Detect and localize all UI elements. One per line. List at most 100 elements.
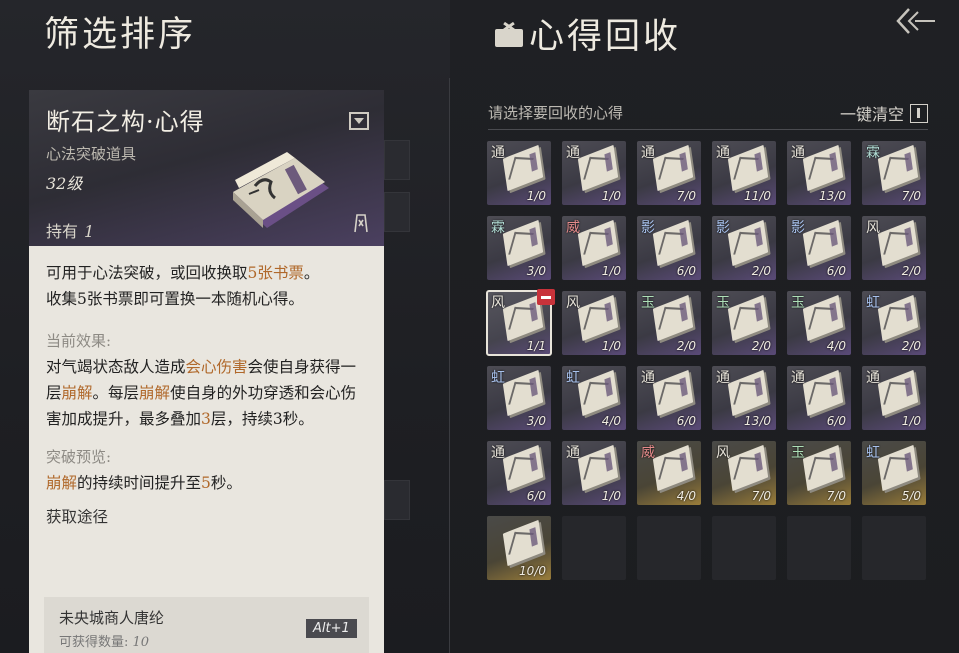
- item-name: 断石之构·心得: [46, 108, 205, 136]
- xinde-slot[interactable]: 通 6/0: [787, 366, 851, 430]
- effect-text: 对气竭状态敌人造成会心伤害会使自身获得一层崩解。每层崩解使自身的外功穿透和会心伤…: [46, 354, 371, 432]
- clear-all-label: 一键清空: [839, 105, 904, 124]
- slot-count: 4/0: [601, 414, 621, 428]
- slot-type-tag: 风: [566, 295, 580, 311]
- wind-seal-icon: [351, 212, 371, 234]
- slot-type-tag: 通: [866, 370, 880, 386]
- xinde-slot[interactable]: 影 6/0: [787, 216, 851, 280]
- xinde-slot[interactable]: 通 1/0: [487, 141, 551, 205]
- slot-type-tag: 影: [716, 220, 730, 236]
- xinde-book-icon: [802, 144, 844, 192]
- slot-type-tag: 霖: [491, 220, 505, 236]
- xinde-slot[interactable]: 风 1/0: [562, 291, 626, 355]
- back-arrow-icon[interactable]: [893, 6, 937, 36]
- xinde-book-icon: [802, 294, 844, 342]
- item-detail-card: 断石之构·心得 心法突破道具 32级 持有 1 可用于心法突破，或回收换取5张书票…: [29, 90, 384, 653]
- filter-dropdown-edge[interactable]: [384, 140, 410, 180]
- xinde-book-icon: [877, 444, 919, 492]
- xinde-slot[interactable]: 通 7/0: [637, 141, 701, 205]
- xinde-slot[interactable]: 影 6/0: [637, 216, 701, 280]
- xinde-slot[interactable]: 通 1/0: [562, 141, 626, 205]
- xinde-slot[interactable]: 通 1/0: [562, 441, 626, 505]
- source-entry[interactable]: 未央城商人唐纶 可获得数量: 10 Alt+1: [44, 597, 369, 653]
- xinde-slot[interactable]: 玉 2/0: [637, 291, 701, 355]
- xinde-slot[interactable]: 玉 4/0: [787, 291, 851, 355]
- xinde-slot[interactable]: 威 4/0: [637, 441, 701, 505]
- xinde-slot[interactable]: 影 2/0: [712, 216, 776, 280]
- xinde-slot[interactable]: 虹 2/0: [862, 291, 926, 355]
- preview-hl: 5: [201, 474, 211, 492]
- slot-type-tag: 虹: [491, 370, 505, 386]
- slot-type-tag: 风: [866, 220, 880, 236]
- slot-type-tag: 威: [566, 220, 580, 236]
- trash-icon: [910, 103, 928, 123]
- xinde-book-icon: [652, 444, 694, 492]
- slot-count: 7/0: [901, 189, 921, 203]
- slot-type-tag: 通: [791, 370, 805, 386]
- xinde-book-icon: [877, 369, 919, 417]
- xinde-slot[interactable]: 通 1/0: [862, 366, 926, 430]
- xinde-slot[interactable]: 霖 3/0: [487, 216, 551, 280]
- effect-hl: 会心伤害: [185, 358, 248, 376]
- slot-count: 2/0: [676, 339, 696, 353]
- xinde-book-icon: [652, 294, 694, 342]
- xinde-slot[interactable]: 通 11/0: [712, 141, 776, 205]
- slot-count: 11/0: [744, 189, 771, 203]
- xinde-slot[interactable]: 风 7/0: [712, 441, 776, 505]
- xinde-slot[interactable]: 霖 7/0: [862, 141, 926, 205]
- collapse-icon[interactable]: [349, 112, 369, 130]
- slot-type-tag: 虹: [566, 370, 580, 386]
- slot-count: 5/0: [901, 489, 921, 503]
- xinde-slot[interactable]: 风 2/0: [862, 216, 926, 280]
- xinde-slot[interactable]: 玉 2/0: [712, 291, 776, 355]
- xinde-book-icon: [502, 444, 544, 492]
- source-count: 可获得数量: 10: [59, 631, 149, 650]
- xinde-slot[interactable]: 通 6/0: [487, 441, 551, 505]
- slot-count: 1/0: [601, 339, 621, 353]
- filter-dropdown-edge[interactable]: [384, 192, 410, 232]
- xinde-slot[interactable]: 虹 4/0: [562, 366, 626, 430]
- xinde-slot[interactable]: 威 1/0: [562, 216, 626, 280]
- xinde-book-icon: [502, 369, 544, 417]
- source-count-value: 10: [132, 635, 150, 650]
- remove-selected-button[interactable]: [537, 289, 555, 305]
- xinde-slot[interactable]: 10/0: [487, 516, 551, 580]
- xinde-book-icon: [727, 219, 769, 267]
- slot-type-tag: 威: [641, 445, 655, 461]
- preview-hl: 崩解: [46, 474, 78, 492]
- item-level: 32级: [46, 174, 83, 193]
- empty-slot: [562, 516, 626, 580]
- effect-hl: 崩解: [139, 384, 171, 402]
- clear-all-button[interactable]: 一键清空: [840, 101, 928, 125]
- xinde-book-icon: [727, 294, 769, 342]
- slot-count: 4/0: [826, 339, 846, 353]
- effect-seg: 。每层: [92, 384, 140, 402]
- preview-label: 突破预览:: [46, 448, 112, 466]
- slot-count: 1/0: [601, 489, 621, 503]
- xinde-book-icon: [577, 294, 619, 342]
- panel-divider: [449, 78, 450, 653]
- slot-type-tag: 影: [641, 220, 655, 236]
- desc-line-1: 可用于心法突破，或回收换取5张书票。: [46, 260, 371, 286]
- xinde-book-icon: [727, 369, 769, 417]
- filter-sort-title: 筛选排序: [44, 15, 197, 55]
- slot-type-tag: 玉: [791, 295, 805, 311]
- confirm-button-edge[interactable]: [384, 480, 410, 520]
- xinde-book-icon: [877, 144, 919, 192]
- xinde-slot[interactable]: 通 6/0: [637, 366, 701, 430]
- item-book-icon: [225, 136, 335, 236]
- xinde-slot[interactable]: 玉 7/0: [787, 441, 851, 505]
- slot-type-tag: 影: [791, 220, 805, 236]
- source-label: 获取途径: [46, 508, 109, 526]
- xinde-book-icon: [577, 144, 619, 192]
- preview-seg: 秒。: [210, 474, 242, 492]
- slot-count: 1/0: [526, 189, 546, 203]
- xinde-slot[interactable]: 虹 3/0: [487, 366, 551, 430]
- source-name: 未央城商人唐纶: [59, 609, 165, 627]
- xinde-slot[interactable]: 通 13/0: [787, 141, 851, 205]
- slot-count: 2/0: [751, 339, 771, 353]
- xinde-slot[interactable]: 通 13/0: [712, 366, 776, 430]
- xinde-book-icon: [652, 219, 694, 267]
- xinde-book-icon: [877, 219, 919, 267]
- xinde-slot[interactable]: 虹 5/0: [862, 441, 926, 505]
